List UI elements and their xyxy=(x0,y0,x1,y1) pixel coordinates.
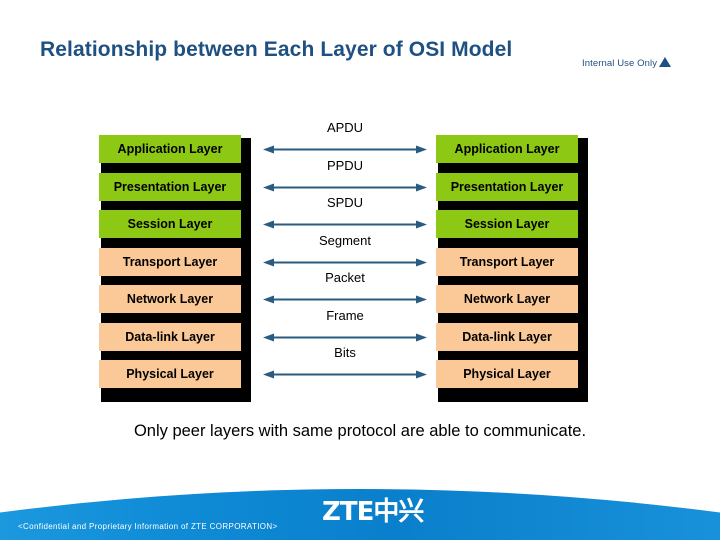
layer-label: Session Layer xyxy=(127,217,213,231)
double-arrow-icon xyxy=(263,366,427,379)
layer-box-right-application-layer[interactable]: Application Layer xyxy=(436,135,578,163)
layer-box-left-data-link-layer[interactable]: Data-link Layer xyxy=(99,322,241,351)
layer-box-left-network-layer[interactable]: Network Layer xyxy=(99,285,241,313)
double-arrow-icon xyxy=(263,141,427,154)
layer-box-right-network-layer[interactable]: Network Layer xyxy=(436,285,578,313)
osi-stack-right: Application Layer Presentation Layer Sessi… xyxy=(432,132,588,402)
pdu-arrow-row: Segment xyxy=(255,233,435,271)
stack-rows-left: Application Layer Presentation Layer Sessi… xyxy=(95,132,245,396)
footer-band: <Confidential and Proprietary Informatio… xyxy=(0,478,720,540)
pdu-label-spdu: SPDU xyxy=(326,195,364,210)
layer-label: Transport Layer xyxy=(459,254,555,269)
layer-box-left-application-layer[interactable]: Application Layer xyxy=(99,135,241,163)
double-arrow-icon xyxy=(263,216,427,229)
layer-box-right-session-layer[interactable]: Session Layer xyxy=(436,210,578,238)
confidentiality-note: <Confidential and Proprietary Informatio… xyxy=(18,522,278,531)
double-arrow-icon xyxy=(263,329,427,341)
layer-box-right-physical-layer[interactable]: Physical Layer xyxy=(436,360,578,388)
layer-label: Transport Layer xyxy=(122,254,218,269)
pdu-arrow-row: Frame xyxy=(255,308,435,346)
slide-canvas: Relationship between Each Layer of OSI M… xyxy=(0,0,720,540)
page-title: Relationship between Each Layer of OSI M… xyxy=(40,38,513,61)
layer-box-right-data-link-layer[interactable]: Data-link Layer xyxy=(436,322,578,351)
layer-label: Presentation Layer xyxy=(450,179,564,194)
zte-logo: ZTE中兴 xyxy=(322,497,424,527)
pdu-label-frame: Frame xyxy=(326,307,364,323)
double-arrow-icon xyxy=(263,179,427,191)
layer-box-left-presentation-layer[interactable]: Presentation Layer xyxy=(99,172,241,201)
slide-caption: Only peer layers with same protocol are … xyxy=(133,422,587,440)
layer-label: Data-link Layer xyxy=(125,329,215,344)
pdu-label-bits: Bits xyxy=(334,345,356,360)
layer-label: Presentation Layer xyxy=(113,179,227,194)
pdu-arrow-row: PPDU xyxy=(255,158,435,196)
layer-box-right-transport-layer[interactable]: Transport Layer xyxy=(436,247,578,276)
layer-label: Network Layer xyxy=(463,292,551,306)
pdu-label-ppdu: PPDU xyxy=(326,157,364,173)
layer-box-left-session-layer[interactable]: Session Layer xyxy=(99,210,241,238)
layer-box-left-transport-layer[interactable]: Transport Layer xyxy=(99,247,241,276)
pdu-label-segment: Segment xyxy=(318,232,372,248)
stack-rows-right: Application Layer Presentation Layer Sessi… xyxy=(432,132,582,396)
layer-label: Data-link Layer xyxy=(462,329,552,344)
classification-label: Internal Use Only xyxy=(582,58,658,69)
layer-box-left-physical-layer[interactable]: Physical Layer xyxy=(99,360,241,388)
layer-label: Physical Layer xyxy=(126,367,214,381)
pdu-label-apdu: APDU xyxy=(326,120,364,135)
pdu-arrow-column: APDU PPDU SPDU Segment Packet Frame Bits xyxy=(255,120,435,400)
classification-marker: Internal Use Only xyxy=(582,57,672,69)
layer-label: Session Layer xyxy=(464,217,550,231)
layer-label: Physical Layer xyxy=(463,367,551,381)
pdu-arrow-row: SPDU xyxy=(255,195,435,233)
osi-stack-left: Application Layer Presentation Layer Sessi… xyxy=(95,132,251,402)
triangle-up-icon xyxy=(659,57,672,67)
double-arrow-icon xyxy=(263,291,427,304)
pdu-arrow-row: Bits xyxy=(255,345,435,383)
double-arrow-icon xyxy=(263,254,427,266)
pdu-label-packet: Packet xyxy=(325,270,365,285)
layer-label: Network Layer xyxy=(126,292,214,306)
pdu-arrow-row: APDU xyxy=(255,120,435,158)
layer-label: Application Layer xyxy=(117,142,223,156)
layer-label: Application Layer xyxy=(454,142,560,156)
layer-box-right-presentation-layer[interactable]: Presentation Layer xyxy=(436,172,578,201)
pdu-arrow-row: Packet xyxy=(255,270,435,308)
